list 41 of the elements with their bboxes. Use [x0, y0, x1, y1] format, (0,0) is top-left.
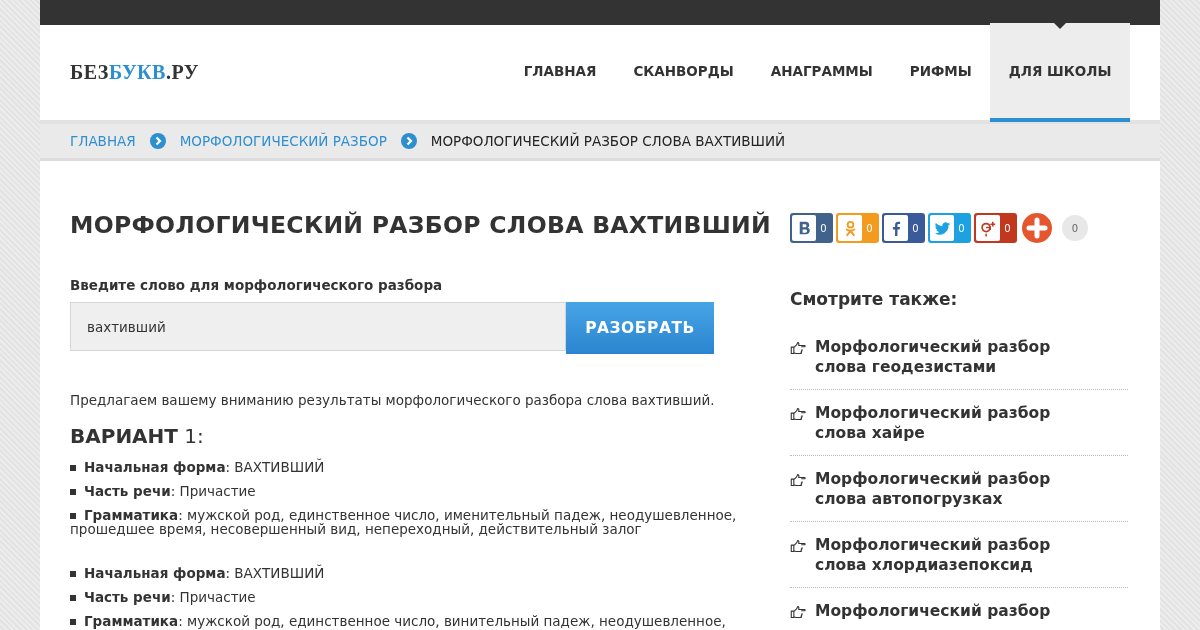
- result-item: Начальная форма: ВАХТИВШИЙ: [70, 566, 770, 580]
- related-link[interactable]: Морфологический разбор слова хлордиазепоксид: [815, 535, 1051, 575]
- pointing-hand-icon: [790, 473, 807, 487]
- pointing-hand-icon: [790, 341, 807, 355]
- page-title: МОРФОЛОГИЧЕСКИЙ РАЗБОР СЛОВА ВАХТИВШИЙ: [70, 211, 770, 239]
- word-input-field[interactable]: вахтивший: [70, 302, 566, 351]
- related-link[interactable]: Морфологический разбор: [815, 601, 1051, 621]
- pointing-hand-icon: [790, 539, 807, 553]
- see-also-heading: Смотрите также:: [790, 289, 959, 309]
- share-count: 0: [865, 222, 874, 234]
- share-total: 0: [1062, 215, 1088, 241]
- result-item: Грамматика: мужской род, единственное число, винительный падеж, неодушевленное,: [70, 614, 770, 628]
- nav-link[interactable]: ДЛЯ ШКОЛЫ: [990, 23, 1130, 122]
- pointing-hand-icon: [790, 605, 807, 619]
- breadcrumb-current: МОРФОЛОГИЧЕСКИЙ РАЗБОР СЛОВА ВАХТИВШИЙ: [430, 133, 786, 149]
- share-button[interactable]: 0: [790, 213, 833, 243]
- chevron-icon: [149, 133, 166, 149]
- chevron-icon: [400, 133, 417, 149]
- nav-link[interactable]: ГЛАВНАЯ: [505, 23, 615, 118]
- related-link[interactable]: Морфологический разбор слова геодезистами: [815, 337, 1051, 377]
- share-count: 0: [957, 222, 966, 234]
- result-item: Грамматика: мужской род, единственное число, именительный падеж, неодушевленное, прошедшее время, несовершенный вид, непереходный, действительный залог: [70, 508, 738, 536]
- share-button[interactable]: 0: [974, 213, 1017, 243]
- site-logo[interactable]: БЕЗБУКВ.РУ: [70, 61, 199, 84]
- nav-link[interactable]: АНАГРАММЫ: [752, 23, 892, 118]
- nav-link[interactable]: РИФМЫ: [891, 23, 991, 118]
- result-item: Часть речи: Причастие: [70, 590, 770, 604]
- nav-link[interactable]: СКАНВОРДЫ: [614, 23, 753, 118]
- result-item: Начальная форма: ВАХТИВШИЙ: [70, 460, 770, 474]
- share-count: 0: [819, 222, 828, 234]
- result-item: Часть речи: Причастие: [70, 484, 770, 498]
- plus-icon[interactable]: [1022, 213, 1052, 243]
- variant-heading: ВАРИАНТ 1:: [70, 424, 205, 448]
- form-label: Введите слово для морфологического разбора: [70, 277, 444, 293]
- pointing-hand-icon: [790, 407, 807, 421]
- share-count: 0: [911, 222, 920, 234]
- share-button[interactable]: 0: [882, 213, 925, 243]
- related-link[interactable]: Морфологический разбор слова хайре: [815, 403, 1051, 443]
- share-count: 0: [1003, 222, 1012, 234]
- intro-text: Предлагаем вашему вниманию результаты морфологического разбора слова вахтивший.: [70, 392, 716, 408]
- related-link[interactable]: Морфологический разбор слова автопогрузках: [815, 469, 1051, 509]
